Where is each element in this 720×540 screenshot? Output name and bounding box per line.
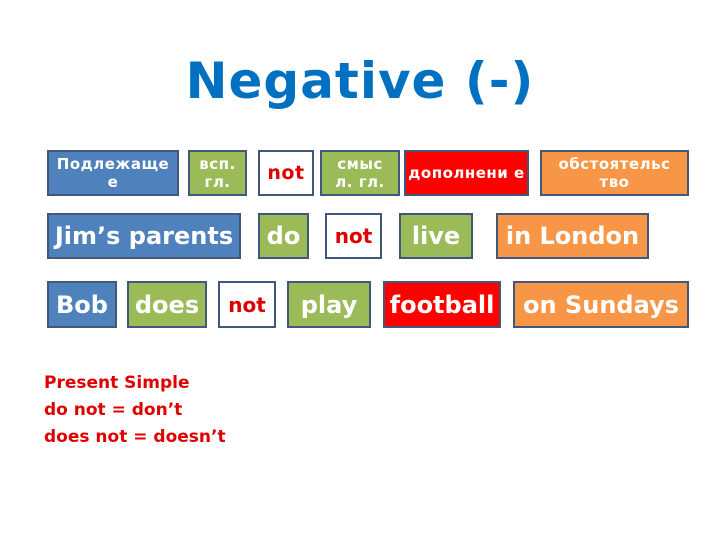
header-negation: not — [258, 150, 314, 196]
header-subject-label: Подлежаще е — [56, 155, 170, 191]
header-auxiliary-label: всп. гл. — [199, 155, 236, 191]
header-object-label: дополнени е — [408, 164, 525, 182]
example2-main-verb: play — [287, 281, 371, 328]
example1-negation-label: not — [334, 224, 373, 248]
header-main-verb: смыс л. гл. — [320, 150, 400, 196]
example2-auxiliary: does — [127, 281, 207, 328]
example2-object-label: football — [389, 290, 495, 319]
example2-object: football — [383, 281, 501, 328]
example2-subject: Bob — [47, 281, 117, 328]
header-adverbial-label: обстоятельс тво — [558, 155, 671, 191]
header-object: дополнени е — [404, 150, 529, 196]
example2-main-verb-label: play — [300, 290, 358, 319]
header-auxiliary: всп. гл. — [188, 150, 247, 196]
header-adverbial: обстоятельс тво — [540, 150, 689, 196]
example2-subject-label: Bob — [56, 290, 108, 319]
note-doesnt: does not = doesn’t — [44, 427, 226, 447]
example2-negation: not — [218, 281, 276, 328]
example1-subject: Jim’s parents — [47, 213, 241, 259]
note-tense: Present Simple — [44, 373, 190, 393]
example2-adverbial: on Sundays — [513, 281, 689, 328]
example1-adverbial-label: in London — [505, 222, 640, 250]
note-dont: do not = don’t — [44, 400, 183, 420]
example1-auxiliary: do — [258, 213, 309, 259]
example1-auxiliary-label: do — [266, 222, 301, 250]
example1-subject-label: Jim’s parents — [54, 222, 234, 250]
header-subject: Подлежаще е — [47, 150, 179, 196]
example1-main-verb-label: live — [411, 222, 461, 250]
example1-negation: not — [325, 213, 382, 259]
example2-negation-label: not — [228, 292, 266, 317]
header-main-verb-label: смыс л. гл. — [335, 155, 385, 191]
slide-title: Negative (-) — [185, 52, 535, 110]
example2-auxiliary-label: does — [134, 290, 200, 319]
example2-adverbial-label: on Sundays — [523, 290, 679, 319]
header-negation-label: not — [267, 162, 305, 184]
notes: Present Simple do not = don’t does not =… — [44, 370, 226, 451]
example1-adverbial: in London — [496, 213, 649, 259]
example1-main-verb: live — [399, 213, 473, 259]
